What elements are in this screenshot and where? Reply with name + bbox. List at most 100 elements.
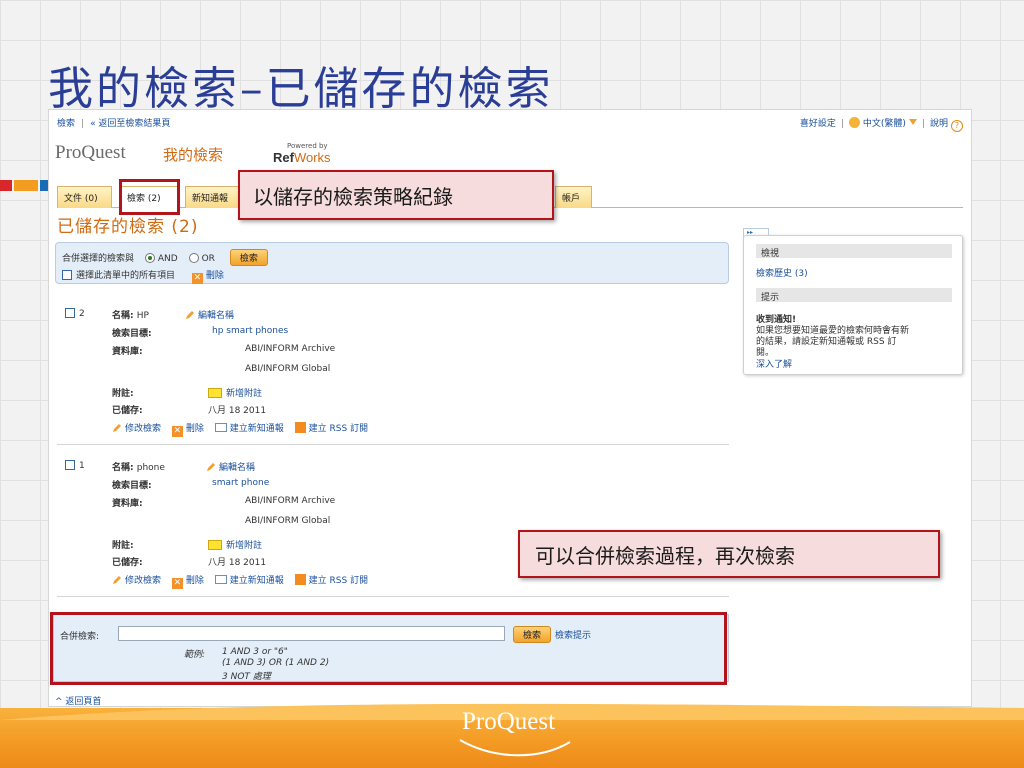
tab-account[interactable]: 帳戶: [555, 186, 592, 208]
add-note-label: 新增附註: [226, 389, 263, 399]
combine-callout: 可以合併檢索過程，再次檢索: [518, 530, 940, 578]
database-item: ABI/INFORM Global: [245, 516, 331, 526]
tab-documents[interactable]: 文件 (0): [57, 186, 112, 208]
search-target-link[interactable]: smart phone: [212, 478, 269, 488]
select-all-label: 選擇此清單中的所有項目: [76, 271, 176, 281]
search-target-link[interactable]: hp smart phones: [212, 326, 288, 336]
refworks-ref: Ref: [273, 150, 294, 165]
name-row: 名稱: HP: [112, 308, 149, 321]
edit-name-link[interactable]: 編輯名稱: [206, 460, 255, 473]
database-item: ABI/INFORM Archive: [245, 496, 336, 506]
refworks-wordmark: RefWorks: [273, 150, 343, 165]
delete-link[interactable]: 刪除: [186, 576, 204, 586]
select-all-checkbox[interactable]: [62, 270, 72, 280]
top-nav: 檢索 | « 返回至檢索結果頁: [57, 116, 170, 129]
and-radio[interactable]: [144, 253, 155, 263]
or-label: OR: [201, 254, 215, 264]
combine-search-button[interactable]: 檢索: [229, 249, 268, 266]
deco-bar-red: [0, 180, 12, 191]
globe-icon: [848, 117, 860, 128]
delete-link[interactable]: 刪除: [186, 424, 204, 434]
footer-logo-swoosh: [459, 739, 571, 757]
pencil-icon: [113, 424, 121, 432]
combine-toolbar: 合併選擇的檢索與 AND OR 檢索 選擇此清單中的所有項目 ✕ 刪除: [55, 242, 729, 284]
add-note-link[interactable]: 新增附註: [208, 386, 262, 399]
name-label: 名稱:: [112, 311, 134, 321]
chevron-down-icon[interactable]: [908, 119, 917, 125]
record-num-value: 2: [79, 309, 85, 319]
name-label: 名稱:: [112, 463, 134, 473]
note-label: 附註:: [112, 389, 134, 399]
record-number: 2: [65, 308, 85, 319]
delete-selected-link[interactable]: 刪除: [206, 271, 224, 281]
my-research-title: 我的檢索: [163, 146, 224, 164]
language-select[interactable]: 中文(繁體): [863, 119, 906, 129]
util-separator: |: [840, 119, 844, 129]
mail-icon: [214, 575, 227, 584]
record-num-value: 1: [79, 461, 85, 471]
edit-name-label: 編輯名稱: [198, 311, 235, 321]
preferences-link[interactable]: 喜好設定: [800, 119, 836, 129]
record-checkbox[interactable]: [65, 308, 75, 318]
util-separator-2: |: [921, 119, 925, 129]
database-label: 資料庫:: [112, 499, 143, 509]
tab-alerts[interactable]: 新知通報: [185, 186, 245, 208]
deco-bar-orange: [14, 180, 38, 191]
rss-icon: [294, 422, 306, 433]
saved-search-record: 2 名稱: HP 編輯名稱 檢索目標: hp smart phones 資料庫:…: [63, 308, 729, 438]
search-history-link[interactable]: 檢索歷史 (3): [756, 266, 808, 279]
create-rss-link[interactable]: 建立 RSS 訂閱: [309, 576, 368, 586]
decorative-bars: [0, 180, 55, 191]
add-note-link[interactable]: 新增附註: [208, 538, 262, 551]
create-alert-link[interactable]: 建立新知通報: [230, 576, 284, 586]
create-rss-link[interactable]: 建立 RSS 訂閱: [309, 424, 368, 434]
target-label: 檢索目標:: [112, 481, 152, 491]
database-label: 資料庫:: [112, 347, 143, 357]
pencil-icon: [113, 576, 121, 584]
help-link[interactable]: 說明: [930, 119, 948, 129]
or-radio[interactable]: [188, 253, 199, 263]
delete-icon[interactable]: ✕: [191, 273, 203, 284]
delete-icon: ✕: [171, 426, 183, 437]
learn-more-link[interactable]: 深入了解: [756, 357, 792, 370]
note-icon: [208, 540, 222, 550]
saved-label: 已儲存:: [112, 558, 143, 568]
page-heading: 已儲存的檢索 (2): [57, 217, 199, 237]
edit-name-label: 編輯名稱: [219, 463, 256, 473]
footer-proquest-logo: ProQuest: [462, 708, 556, 735]
rss-icon: [294, 574, 306, 585]
record-actions: 修改檢索 ✕ 刪除 建立新知通報 建立 RSS 訂閱: [112, 573, 368, 589]
help-icon[interactable]: ?: [951, 120, 963, 132]
record-checkbox[interactable]: [65, 460, 75, 470]
back-to-results-link[interactable]: « 返回至檢索結果頁: [90, 119, 170, 129]
saved-label: 已儲存:: [112, 406, 143, 416]
delete-icon: ✕: [171, 578, 183, 589]
pencil-icon: [186, 311, 194, 319]
record-actions: 修改檢索 ✕ 刪除 建立新知通報 建立 RSS 訂閱: [112, 421, 368, 437]
tab-highlight-box: [119, 179, 180, 215]
select-all-row: 選擇此清單中的所有項目 ✕ 刪除: [62, 268, 224, 284]
refworks-works: Works: [293, 150, 331, 165]
powered-by-text: Powered by: [287, 142, 328, 150]
edit-search-link[interactable]: 修改檢索: [125, 576, 161, 586]
refworks-logo: Powered by RefWorks: [273, 142, 343, 165]
sidebar-panel: 檢視 檢索歷史 (3) 提示 收到通知! 如果您想要知道最愛的檢索何時會有新 的…: [743, 235, 963, 375]
saved-date: 八月 18 2011: [208, 406, 267, 416]
record-number: 1: [65, 460, 85, 471]
combined-search-highlight-box: [50, 612, 727, 685]
saved-date: 八月 18 2011: [208, 558, 267, 568]
tip-text: 的結果，請設定新知通報或 RSS 訂: [756, 337, 897, 347]
note-icon: [208, 388, 222, 398]
create-alert-link[interactable]: 建立新知通報: [230, 424, 284, 434]
name-row: 名稱: phone: [112, 460, 165, 473]
database-item: ABI/INFORM Archive: [245, 344, 336, 354]
search-link[interactable]: 檢索: [57, 119, 75, 129]
slide-title: 我的檢索–已儲存的檢索: [48, 62, 554, 115]
pencil-icon: [207, 463, 215, 471]
edit-name-link[interactable]: 編輯名稱: [185, 308, 234, 321]
edit-search-link[interactable]: 修改檢索: [125, 424, 161, 434]
proquest-logo: ProQuest: [55, 142, 126, 163]
tip-header: 提示: [756, 288, 952, 303]
utility-nav: 喜好設定 | 中文(繁體) | 說明?: [800, 116, 963, 132]
nav-separator: |: [81, 119, 85, 129]
